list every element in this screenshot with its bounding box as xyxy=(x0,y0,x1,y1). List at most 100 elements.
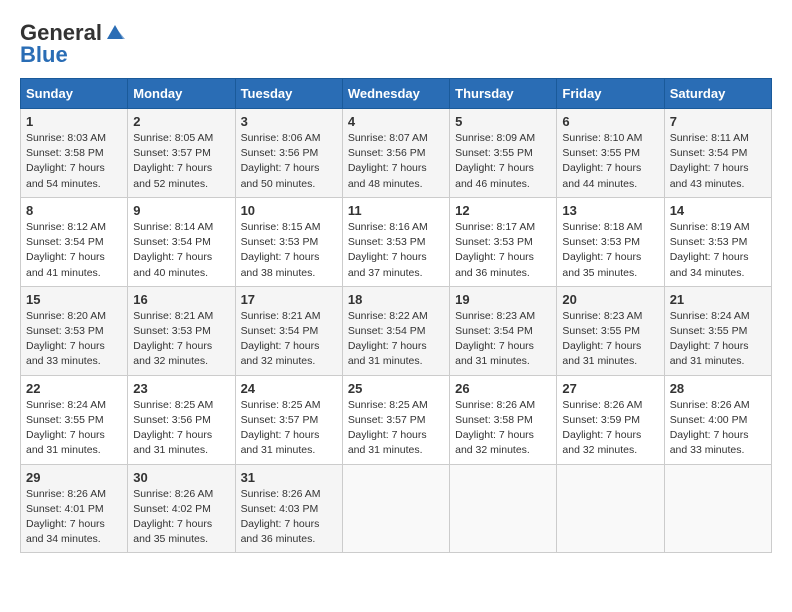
calendar-cell: 28 Sunrise: 8:26 AMSunset: 4:00 PMDaylig… xyxy=(664,375,771,464)
calendar-cell xyxy=(342,464,449,553)
day-info: Sunrise: 8:25 AMSunset: 3:57 PMDaylight:… xyxy=(241,399,321,457)
day-number: 23 xyxy=(133,381,229,396)
calendar-cell: 6 Sunrise: 8:10 AMSunset: 3:55 PMDayligh… xyxy=(557,109,664,198)
calendar-week-3: 15 Sunrise: 8:20 AMSunset: 3:53 PMDaylig… xyxy=(21,286,772,375)
calendar-cell: 17 Sunrise: 8:21 AMSunset: 3:54 PMDaylig… xyxy=(235,286,342,375)
day-info: Sunrise: 8:12 AMSunset: 3:54 PMDaylight:… xyxy=(26,221,106,279)
calendar-cell: 20 Sunrise: 8:23 AMSunset: 3:55 PMDaylig… xyxy=(557,286,664,375)
calendar-cell: 5 Sunrise: 8:09 AMSunset: 3:55 PMDayligh… xyxy=(450,109,557,198)
header-thursday: Thursday xyxy=(450,79,557,109)
day-number: 1 xyxy=(26,114,122,129)
day-info: Sunrise: 8:19 AMSunset: 3:53 PMDaylight:… xyxy=(670,221,750,279)
calendar-cell: 21 Sunrise: 8:24 AMSunset: 3:55 PMDaylig… xyxy=(664,286,771,375)
day-number: 20 xyxy=(562,292,658,307)
day-info: Sunrise: 8:26 AMSunset: 4:03 PMDaylight:… xyxy=(241,488,321,546)
day-number: 22 xyxy=(26,381,122,396)
calendar-week-1: 1 Sunrise: 8:03 AMSunset: 3:58 PMDayligh… xyxy=(21,109,772,198)
calendar-cell: 27 Sunrise: 8:26 AMSunset: 3:59 PMDaylig… xyxy=(557,375,664,464)
calendar-week-5: 29 Sunrise: 8:26 AMSunset: 4:01 PMDaylig… xyxy=(21,464,772,553)
calendar-cell: 12 Sunrise: 8:17 AMSunset: 3:53 PMDaylig… xyxy=(450,197,557,286)
day-info: Sunrise: 8:14 AMSunset: 3:54 PMDaylight:… xyxy=(133,221,213,279)
calendar-cell: 9 Sunrise: 8:14 AMSunset: 3:54 PMDayligh… xyxy=(128,197,235,286)
day-number: 9 xyxy=(133,203,229,218)
day-info: Sunrise: 8:10 AMSunset: 3:55 PMDaylight:… xyxy=(562,132,642,190)
calendar-cell: 23 Sunrise: 8:25 AMSunset: 3:56 PMDaylig… xyxy=(128,375,235,464)
day-info: Sunrise: 8:23 AMSunset: 3:54 PMDaylight:… xyxy=(455,310,535,368)
day-number: 21 xyxy=(670,292,766,307)
day-info: Sunrise: 8:18 AMSunset: 3:53 PMDaylight:… xyxy=(562,221,642,279)
day-info: Sunrise: 8:26 AMSunset: 3:59 PMDaylight:… xyxy=(562,399,642,457)
day-info: Sunrise: 8:21 AMSunset: 3:53 PMDaylight:… xyxy=(133,310,213,368)
day-number: 4 xyxy=(348,114,444,129)
calendar-week-2: 8 Sunrise: 8:12 AMSunset: 3:54 PMDayligh… xyxy=(21,197,772,286)
header-wednesday: Wednesday xyxy=(342,79,449,109)
day-info: Sunrise: 8:22 AMSunset: 3:54 PMDaylight:… xyxy=(348,310,428,368)
calendar-cell: 26 Sunrise: 8:26 AMSunset: 3:58 PMDaylig… xyxy=(450,375,557,464)
day-number: 10 xyxy=(241,203,337,218)
day-info: Sunrise: 8:16 AMSunset: 3:53 PMDaylight:… xyxy=(348,221,428,279)
calendar-cell: 22 Sunrise: 8:24 AMSunset: 3:55 PMDaylig… xyxy=(21,375,128,464)
day-info: Sunrise: 8:11 AMSunset: 3:54 PMDaylight:… xyxy=(670,132,749,190)
calendar-cell: 16 Sunrise: 8:21 AMSunset: 3:53 PMDaylig… xyxy=(128,286,235,375)
day-info: Sunrise: 8:25 AMSunset: 3:56 PMDaylight:… xyxy=(133,399,213,457)
day-number: 29 xyxy=(26,470,122,485)
header-saturday: Saturday xyxy=(664,79,771,109)
header-friday: Friday xyxy=(557,79,664,109)
day-number: 2 xyxy=(133,114,229,129)
calendar-cell: 13 Sunrise: 8:18 AMSunset: 3:53 PMDaylig… xyxy=(557,197,664,286)
day-info: Sunrise: 8:26 AMSunset: 3:58 PMDaylight:… xyxy=(455,399,535,457)
calendar-cell: 19 Sunrise: 8:23 AMSunset: 3:54 PMDaylig… xyxy=(450,286,557,375)
day-info: Sunrise: 8:26 AMSunset: 4:02 PMDaylight:… xyxy=(133,488,213,546)
day-number: 8 xyxy=(26,203,122,218)
day-number: 13 xyxy=(562,203,658,218)
calendar-header-row: SundayMondayTuesdayWednesdayThursdayFrid… xyxy=(21,79,772,109)
calendar-cell: 3 Sunrise: 8:06 AMSunset: 3:56 PMDayligh… xyxy=(235,109,342,198)
header-monday: Monday xyxy=(128,79,235,109)
day-number: 7 xyxy=(670,114,766,129)
day-number: 18 xyxy=(348,292,444,307)
day-info: Sunrise: 8:07 AMSunset: 3:56 PMDaylight:… xyxy=(348,132,428,190)
day-info: Sunrise: 8:23 AMSunset: 3:55 PMDaylight:… xyxy=(562,310,642,368)
header-tuesday: Tuesday xyxy=(235,79,342,109)
calendar-cell: 30 Sunrise: 8:26 AMSunset: 4:02 PMDaylig… xyxy=(128,464,235,553)
day-number: 11 xyxy=(348,203,444,218)
calendar-cell: 25 Sunrise: 8:25 AMSunset: 3:57 PMDaylig… xyxy=(342,375,449,464)
calendar-cell: 31 Sunrise: 8:26 AMSunset: 4:03 PMDaylig… xyxy=(235,464,342,553)
day-info: Sunrise: 8:25 AMSunset: 3:57 PMDaylight:… xyxy=(348,399,428,457)
day-number: 25 xyxy=(348,381,444,396)
calendar-cell: 29 Sunrise: 8:26 AMSunset: 4:01 PMDaylig… xyxy=(21,464,128,553)
calendar-cell: 4 Sunrise: 8:07 AMSunset: 3:56 PMDayligh… xyxy=(342,109,449,198)
calendar-cell xyxy=(557,464,664,553)
calendar-cell: 10 Sunrise: 8:15 AMSunset: 3:53 PMDaylig… xyxy=(235,197,342,286)
day-number: 6 xyxy=(562,114,658,129)
calendar-cell: 14 Sunrise: 8:19 AMSunset: 3:53 PMDaylig… xyxy=(664,197,771,286)
logo-icon xyxy=(105,23,125,41)
calendar-cell: 2 Sunrise: 8:05 AMSunset: 3:57 PMDayligh… xyxy=(128,109,235,198)
day-number: 26 xyxy=(455,381,551,396)
day-number: 24 xyxy=(241,381,337,396)
day-info: Sunrise: 8:24 AMSunset: 3:55 PMDaylight:… xyxy=(26,399,106,457)
day-info: Sunrise: 8:09 AMSunset: 3:55 PMDaylight:… xyxy=(455,132,535,190)
day-number: 3 xyxy=(241,114,337,129)
calendar-cell: 1 Sunrise: 8:03 AMSunset: 3:58 PMDayligh… xyxy=(21,109,128,198)
calendar-cell xyxy=(664,464,771,553)
day-info: Sunrise: 8:26 AMSunset: 4:01 PMDaylight:… xyxy=(26,488,106,546)
calendar-cell: 18 Sunrise: 8:22 AMSunset: 3:54 PMDaylig… xyxy=(342,286,449,375)
calendar-cell: 24 Sunrise: 8:25 AMSunset: 3:57 PMDaylig… xyxy=(235,375,342,464)
calendar-table: SundayMondayTuesdayWednesdayThursdayFrid… xyxy=(20,78,772,553)
logo-blue: Blue xyxy=(20,42,68,68)
page-header: General Blue xyxy=(20,20,772,68)
calendar-cell xyxy=(450,464,557,553)
day-number: 16 xyxy=(133,292,229,307)
day-number: 31 xyxy=(241,470,337,485)
day-number: 27 xyxy=(562,381,658,396)
day-info: Sunrise: 8:06 AMSunset: 3:56 PMDaylight:… xyxy=(241,132,321,190)
day-number: 15 xyxy=(26,292,122,307)
logo: General Blue xyxy=(20,20,125,68)
day-info: Sunrise: 8:03 AMSunset: 3:58 PMDaylight:… xyxy=(26,132,106,190)
calendar-cell: 8 Sunrise: 8:12 AMSunset: 3:54 PMDayligh… xyxy=(21,197,128,286)
day-number: 30 xyxy=(133,470,229,485)
day-info: Sunrise: 8:15 AMSunset: 3:53 PMDaylight:… xyxy=(241,221,321,279)
calendar-cell: 15 Sunrise: 8:20 AMSunset: 3:53 PMDaylig… xyxy=(21,286,128,375)
day-info: Sunrise: 8:24 AMSunset: 3:55 PMDaylight:… xyxy=(670,310,750,368)
